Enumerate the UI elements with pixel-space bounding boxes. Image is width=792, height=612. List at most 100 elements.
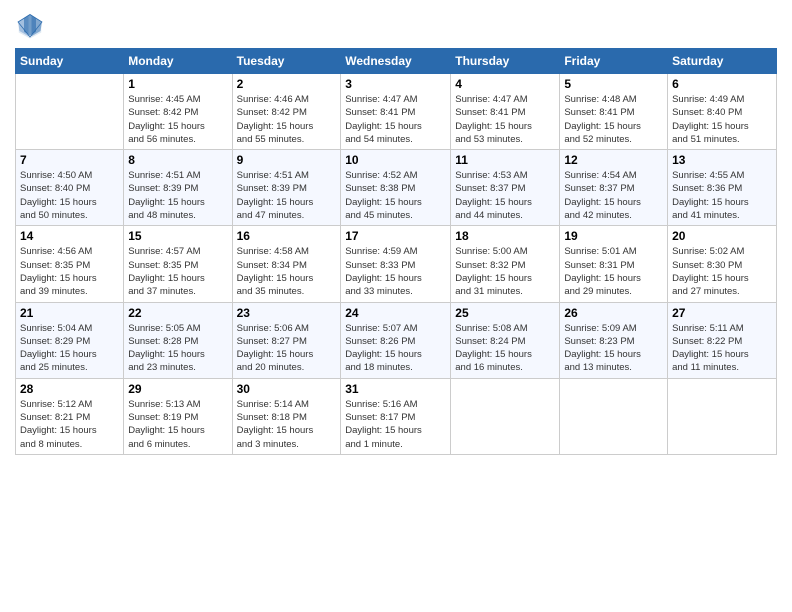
day-number: 25 <box>455 306 555 320</box>
calendar-cell <box>16 74 124 150</box>
day-number: 11 <box>455 153 555 167</box>
calendar-cell: 24 Sunrise: 5:07 AM Sunset: 8:26 PM Dayli… <box>341 302 451 378</box>
calendar-cell: 13Sunrise: 4:55 AM Sunset: 8:36 PM Dayli… <box>668 150 777 226</box>
day-number: 2 <box>237 77 337 91</box>
day-info: Sunrise: 4:46 AM Sunset: 8:42 PM Dayligh… <box>237 93 337 146</box>
calendar-cell: 3Sunrise: 4:47 AM Sunset: 8:41 PM Daylig… <box>341 74 451 150</box>
weekday-header: Wednesday <box>341 49 451 74</box>
calendar-cell: 20 Sunrise: 5:02 AM Sunset: 8:30 PM Dayli… <box>668 226 777 302</box>
day-info: Sunrise: 5:05 AM Sunset: 8:28 PM Dayligh… <box>128 322 227 375</box>
weekday-header: Tuesday <box>232 49 341 74</box>
day-info: Sunrise: 4:47 AM Sunset: 8:41 PM Dayligh… <box>455 93 555 146</box>
day-number: 31 <box>345 382 446 396</box>
day-info: Sunrise: 4:51 AM Sunset: 8:39 PM Dayligh… <box>237 169 337 222</box>
calendar-week-row: 1 Sunrise: 4:45 AM Sunset: 8:42 PM Daylig… <box>16 74 777 150</box>
day-number: 8 <box>128 153 227 167</box>
calendar-cell: 17Sunrise: 4:59 AM Sunset: 8:33 PM Dayli… <box>341 226 451 302</box>
calendar-cell: 8 Sunrise: 4:51 AM Sunset: 8:39 PM Daylig… <box>124 150 232 226</box>
logo-icon <box>15 10 45 40</box>
calendar-cell: 21 Sunrise: 5:04 AM Sunset: 8:29 PM Dayli… <box>16 302 124 378</box>
weekday-header: Sunday <box>16 49 124 74</box>
calendar-cell: 19 Sunrise: 5:01 AM Sunset: 8:31 PM Dayli… <box>560 226 668 302</box>
day-info: Sunrise: 5:04 AM Sunset: 8:29 PM Dayligh… <box>20 322 119 375</box>
calendar-cell: 30 Sunrise: 5:14 AM Sunset: 8:18 PM Dayli… <box>232 378 341 454</box>
day-number: 20 <box>672 229 772 243</box>
day-number: 3 <box>345 77 446 91</box>
day-number: 10 <box>345 153 446 167</box>
calendar-cell: 2 Sunrise: 4:46 AM Sunset: 8:42 PM Daylig… <box>232 74 341 150</box>
day-number: 24 <box>345 306 446 320</box>
calendar-cell: 12 Sunrise: 4:54 AM Sunset: 8:37 PM Dayli… <box>560 150 668 226</box>
day-number: 17 <box>345 229 446 243</box>
day-info: Sunrise: 4:45 AM Sunset: 8:42 PM Dayligh… <box>128 93 227 146</box>
day-number: 6 <box>672 77 772 91</box>
header-row: SundayMondayTuesdayWednesdayThursdayFrid… <box>16 49 777 74</box>
day-info: Sunrise: 4:53 AM Sunset: 8:37 PM Dayligh… <box>455 169 555 222</box>
day-number: 28 <box>20 382 119 396</box>
calendar-cell: 28 Sunrise: 5:12 AM Sunset: 8:21 PM Dayli… <box>16 378 124 454</box>
weekday-header: Saturday <box>668 49 777 74</box>
calendar-cell: 31Sunrise: 5:16 AM Sunset: 8:17 PM Dayli… <box>341 378 451 454</box>
day-number: 22 <box>128 306 227 320</box>
calendar-cell: 25 Sunrise: 5:08 AM Sunset: 8:24 PM Dayli… <box>451 302 560 378</box>
day-number: 19 <box>564 229 663 243</box>
calendar-cell: 11 Sunrise: 4:53 AM Sunset: 8:37 PM Dayli… <box>451 150 560 226</box>
calendar-cell: 16 Sunrise: 4:58 AM Sunset: 8:34 PM Dayli… <box>232 226 341 302</box>
calendar-week-row: 14Sunrise: 4:56 AM Sunset: 8:35 PM Dayli… <box>16 226 777 302</box>
day-number: 26 <box>564 306 663 320</box>
day-info: Sunrise: 4:58 AM Sunset: 8:34 PM Dayligh… <box>237 245 337 298</box>
calendar-week-row: 28 Sunrise: 5:12 AM Sunset: 8:21 PM Dayli… <box>16 378 777 454</box>
calendar-cell: 4Sunrise: 4:47 AM Sunset: 8:41 PM Daylig… <box>451 74 560 150</box>
weekday-header: Friday <box>560 49 668 74</box>
calendar-cell <box>668 378 777 454</box>
day-info: Sunrise: 4:49 AM Sunset: 8:40 PM Dayligh… <box>672 93 772 146</box>
page-container: SundayMondayTuesdayWednesdayThursdayFrid… <box>0 0 792 465</box>
day-info: Sunrise: 4:50 AM Sunset: 8:40 PM Dayligh… <box>20 169 119 222</box>
day-info: Sunrise: 4:57 AM Sunset: 8:35 PM Dayligh… <box>128 245 227 298</box>
day-info: Sunrise: 5:11 AM Sunset: 8:22 PM Dayligh… <box>672 322 772 375</box>
day-info: Sunrise: 5:06 AM Sunset: 8:27 PM Dayligh… <box>237 322 337 375</box>
day-number: 16 <box>237 229 337 243</box>
calendar-cell <box>560 378 668 454</box>
day-info: Sunrise: 4:51 AM Sunset: 8:39 PM Dayligh… <box>128 169 227 222</box>
day-number: 18 <box>455 229 555 243</box>
day-info: Sunrise: 5:12 AM Sunset: 8:21 PM Dayligh… <box>20 398 119 451</box>
calendar-cell <box>451 378 560 454</box>
day-info: Sunrise: 5:00 AM Sunset: 8:32 PM Dayligh… <box>455 245 555 298</box>
calendar-week-row: 7 Sunrise: 4:50 AM Sunset: 8:40 PM Daylig… <box>16 150 777 226</box>
day-info: Sunrise: 5:01 AM Sunset: 8:31 PM Dayligh… <box>564 245 663 298</box>
calendar-cell: 7 Sunrise: 4:50 AM Sunset: 8:40 PM Daylig… <box>16 150 124 226</box>
day-info: Sunrise: 5:08 AM Sunset: 8:24 PM Dayligh… <box>455 322 555 375</box>
day-info: Sunrise: 4:54 AM Sunset: 8:37 PM Dayligh… <box>564 169 663 222</box>
day-info: Sunrise: 4:48 AM Sunset: 8:41 PM Dayligh… <box>564 93 663 146</box>
calendar-cell: 23 Sunrise: 5:06 AM Sunset: 8:27 PM Dayli… <box>232 302 341 378</box>
calendar-cell: 29Sunrise: 5:13 AM Sunset: 8:19 PM Dayli… <box>124 378 232 454</box>
calendar-cell: 6 Sunrise: 4:49 AM Sunset: 8:40 PM Daylig… <box>668 74 777 150</box>
day-number: 13 <box>672 153 772 167</box>
day-number: 27 <box>672 306 772 320</box>
day-info: Sunrise: 5:02 AM Sunset: 8:30 PM Dayligh… <box>672 245 772 298</box>
day-number: 12 <box>564 153 663 167</box>
day-info: Sunrise: 5:14 AM Sunset: 8:18 PM Dayligh… <box>237 398 337 451</box>
day-info: Sunrise: 5:07 AM Sunset: 8:26 PM Dayligh… <box>345 322 446 375</box>
calendar-week-row: 21 Sunrise: 5:04 AM Sunset: 8:29 PM Dayli… <box>16 302 777 378</box>
weekday-header: Monday <box>124 49 232 74</box>
calendar-cell: 15Sunrise: 4:57 AM Sunset: 8:35 PM Dayli… <box>124 226 232 302</box>
day-number: 5 <box>564 77 663 91</box>
calendar-cell: 26Sunrise: 5:09 AM Sunset: 8:23 PM Dayli… <box>560 302 668 378</box>
page-header <box>15 10 777 40</box>
day-info: Sunrise: 5:13 AM Sunset: 8:19 PM Dayligh… <box>128 398 227 451</box>
calendar-cell: 27 Sunrise: 5:11 AM Sunset: 8:22 PM Dayli… <box>668 302 777 378</box>
weekday-header: Thursday <box>451 49 560 74</box>
calendar-cell: 1 Sunrise: 4:45 AM Sunset: 8:42 PM Daylig… <box>124 74 232 150</box>
day-number: 9 <box>237 153 337 167</box>
day-number: 23 <box>237 306 337 320</box>
day-number: 30 <box>237 382 337 396</box>
day-number: 7 <box>20 153 119 167</box>
calendar-cell: 14Sunrise: 4:56 AM Sunset: 8:35 PM Dayli… <box>16 226 124 302</box>
day-number: 1 <box>128 77 227 91</box>
day-info: Sunrise: 4:52 AM Sunset: 8:38 PM Dayligh… <box>345 169 446 222</box>
day-number: 21 <box>20 306 119 320</box>
calendar-cell: 5 Sunrise: 4:48 AM Sunset: 8:41 PM Daylig… <box>560 74 668 150</box>
logo <box>15 10 49 40</box>
